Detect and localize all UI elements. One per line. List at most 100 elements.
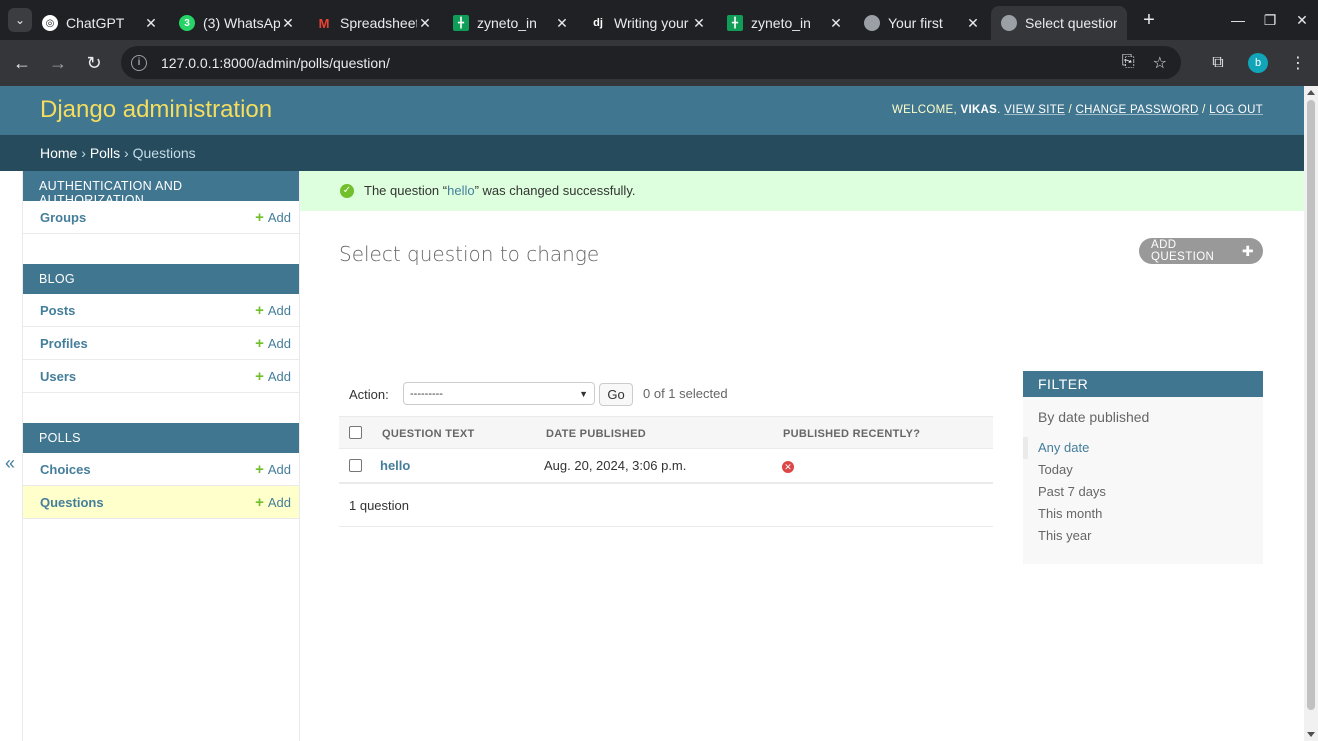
filter-option[interactable]: Today bbox=[1023, 459, 1263, 481]
column-header[interactable]: PUBLISHED RECENTLY? bbox=[783, 428, 920, 440]
add-label: Add bbox=[267, 461, 291, 477]
add-link[interactable]: + Add bbox=[255, 335, 291, 352]
page-scrollbar[interactable] bbox=[1304, 86, 1318, 741]
go-button[interactable]: Go bbox=[599, 383, 633, 406]
forward-icon[interactable]: → bbox=[40, 53, 76, 74]
action-select-value: --------- bbox=[410, 387, 443, 400]
question-link[interactable]: hello bbox=[380, 458, 410, 473]
filter-option[interactable]: This year bbox=[1023, 525, 1263, 547]
table-row: hello Aug. 20, 2024, 3:06 p.m. ✕ bbox=[339, 449, 993, 483]
collapse-sidebar-icon[interactable]: « bbox=[5, 453, 15, 474]
tab-title: zyneto_in bbox=[477, 15, 537, 31]
tab-search-icon[interactable]: ⌄ bbox=[8, 8, 32, 32]
row-checkbox[interactable] bbox=[349, 459, 362, 472]
app-module-blog: BLOG Posts + Add Profiles + Add Users + Add bbox=[23, 264, 299, 393]
filter-link[interactable]: This year bbox=[1038, 528, 1091, 543]
model-link[interactable]: Choices bbox=[40, 462, 91, 477]
action-select[interactable]: --------- ▼ bbox=[403, 382, 595, 405]
filter-option-selected[interactable]: Any date bbox=[1023, 437, 1263, 459]
message-object-link[interactable]: hello bbox=[447, 183, 474, 198]
breadcrumb-app[interactable]: Polls bbox=[90, 145, 120, 161]
username: VIKAS bbox=[960, 104, 998, 116]
sidebar-item-users: Users + Add bbox=[23, 360, 299, 393]
bookmark-star-icon[interactable]: ☆ bbox=[1153, 53, 1167, 73]
add-label: Add bbox=[267, 302, 291, 318]
add-question-button[interactable]: ADD QUESTION ✚ bbox=[1139, 238, 1263, 264]
filter-link[interactable]: This month bbox=[1038, 506, 1102, 521]
close-icon[interactable]: ✕ bbox=[143, 15, 159, 32]
column-header[interactable]: QUESTION TEXT bbox=[382, 428, 475, 440]
app-module-auth: AUTHENTICATION AND AUTHORIZATION Groups … bbox=[23, 171, 299, 234]
add-link[interactable]: + Add bbox=[255, 461, 291, 478]
browser-tab[interactable]: ◎ ChatGPT ✕ bbox=[32, 6, 169, 40]
add-link[interactable]: + Add bbox=[255, 302, 291, 319]
reload-icon[interactable]: ↻ bbox=[76, 53, 112, 74]
extensions-icon[interactable]: ⧉ bbox=[1198, 54, 1238, 72]
filter-link[interactable]: Any date bbox=[1038, 440, 1089, 455]
view-site-link[interactable]: VIEW SITE bbox=[1004, 104, 1065, 116]
add-link[interactable]: + Add bbox=[255, 209, 291, 226]
translate-icon[interactable]: ⎘ bbox=[1122, 53, 1135, 73]
browser-tab[interactable]: 3 (3) WhatsApp ✕ bbox=[169, 6, 306, 40]
browser-tab-active[interactable]: Select question bbox=[991, 6, 1127, 40]
add-link[interactable]: + Add bbox=[255, 494, 291, 511]
sidebar-toggle[interactable]: « bbox=[0, 171, 23, 741]
plus-icon: + bbox=[255, 208, 264, 226]
model-link[interactable]: Groups bbox=[40, 210, 86, 225]
url-text[interactable]: 127.0.0.1:8000/admin/polls/question/ bbox=[161, 55, 390, 71]
checkmark-icon: ✓ bbox=[340, 184, 354, 198]
address-bar[interactable]: i 127.0.0.1:8000/admin/polls/question/ ⎘… bbox=[121, 46, 1181, 79]
plus-icon: + bbox=[255, 334, 264, 352]
filter-link[interactable]: Past 7 days bbox=[1038, 484, 1106, 499]
filter-option[interactable]: Past 7 days bbox=[1023, 481, 1263, 503]
browser-tab-bar: ⌄ ◎ ChatGPT ✕ 3 (3) WhatsApp ✕ M Spreads… bbox=[0, 0, 1318, 40]
column-header[interactable]: DATE PUBLISHED bbox=[546, 428, 646, 440]
close-icon[interactable]: ✕ bbox=[828, 15, 844, 32]
select-all-checkbox[interactable] bbox=[349, 426, 362, 439]
profile-avatar[interactable]: b bbox=[1248, 53, 1268, 73]
browser-tab[interactable]: ╋ zyneto_in ✕ bbox=[443, 6, 580, 40]
gmail-icon: M bbox=[318, 15, 330, 31]
whatsapp-icon: 3 bbox=[179, 15, 195, 31]
browser-tab[interactable]: dj Writing your ✕ bbox=[580, 6, 717, 40]
scrollbar-thumb[interactable] bbox=[1307, 100, 1315, 710]
close-icon[interactable]: ✕ bbox=[965, 15, 981, 32]
close-icon[interactable]: ✕ bbox=[554, 15, 570, 32]
browser-tab[interactable]: M Spreadsheet ✕ bbox=[306, 6, 443, 40]
tab-title: Select question bbox=[1025, 15, 1117, 31]
new-tab-icon[interactable]: + bbox=[1137, 9, 1161, 32]
module-caption[interactable]: AUTHENTICATION AND AUTHORIZATION bbox=[23, 171, 299, 207]
model-link[interactable]: Questions bbox=[40, 495, 104, 510]
more-menu-icon[interactable]: ⋮ bbox=[1278, 53, 1318, 73]
minimize-icon[interactable]: — bbox=[1222, 12, 1254, 28]
plus-icon: ✚ bbox=[1241, 242, 1254, 259]
app-module-polls: POLLS Choices + Add Questions + Add bbox=[23, 423, 299, 519]
globe-icon bbox=[864, 15, 880, 31]
logout-link[interactable]: LOG OUT bbox=[1209, 104, 1263, 116]
scroll-up-icon[interactable] bbox=[1307, 90, 1315, 95]
maximize-icon[interactable]: ❐ bbox=[1254, 12, 1286, 29]
back-icon[interactable]: ← bbox=[4, 53, 40, 74]
close-icon[interactable]: ✕ bbox=[691, 15, 707, 32]
close-icon[interactable]: ✕ bbox=[417, 15, 433, 32]
site-info-icon[interactable]: i bbox=[131, 54, 147, 71]
scroll-down-icon[interactable] bbox=[1307, 732, 1315, 737]
sidebar-item-questions: Questions + Add bbox=[23, 486, 299, 519]
plus-icon: + bbox=[255, 460, 264, 478]
close-window-icon[interactable]: ✕ bbox=[1286, 12, 1318, 29]
module-caption[interactable]: BLOG bbox=[23, 264, 299, 294]
filter-option[interactable]: This month bbox=[1023, 503, 1263, 525]
sidebar-item-choices: Choices + Add bbox=[23, 453, 299, 486]
close-icon[interactable]: ✕ bbox=[280, 15, 296, 32]
change-password-link[interactable]: CHANGE PASSWORD bbox=[1076, 104, 1199, 116]
model-link[interactable]: Profiles bbox=[40, 336, 88, 351]
breadcrumb-home[interactable]: Home bbox=[40, 145, 77, 161]
model-link[interactable]: Posts bbox=[40, 303, 75, 318]
model-link[interactable]: Users bbox=[40, 369, 76, 384]
browser-tab[interactable]: Your first ✕ bbox=[854, 6, 991, 40]
module-caption[interactable]: POLLS bbox=[23, 423, 299, 453]
browser-tab[interactable]: ╋ zyneto_in ✕ bbox=[717, 6, 854, 40]
add-link[interactable]: + Add bbox=[255, 368, 291, 385]
filter-link[interactable]: Today bbox=[1038, 462, 1073, 477]
site-brand[interactable]: Django administration bbox=[40, 96, 272, 124]
